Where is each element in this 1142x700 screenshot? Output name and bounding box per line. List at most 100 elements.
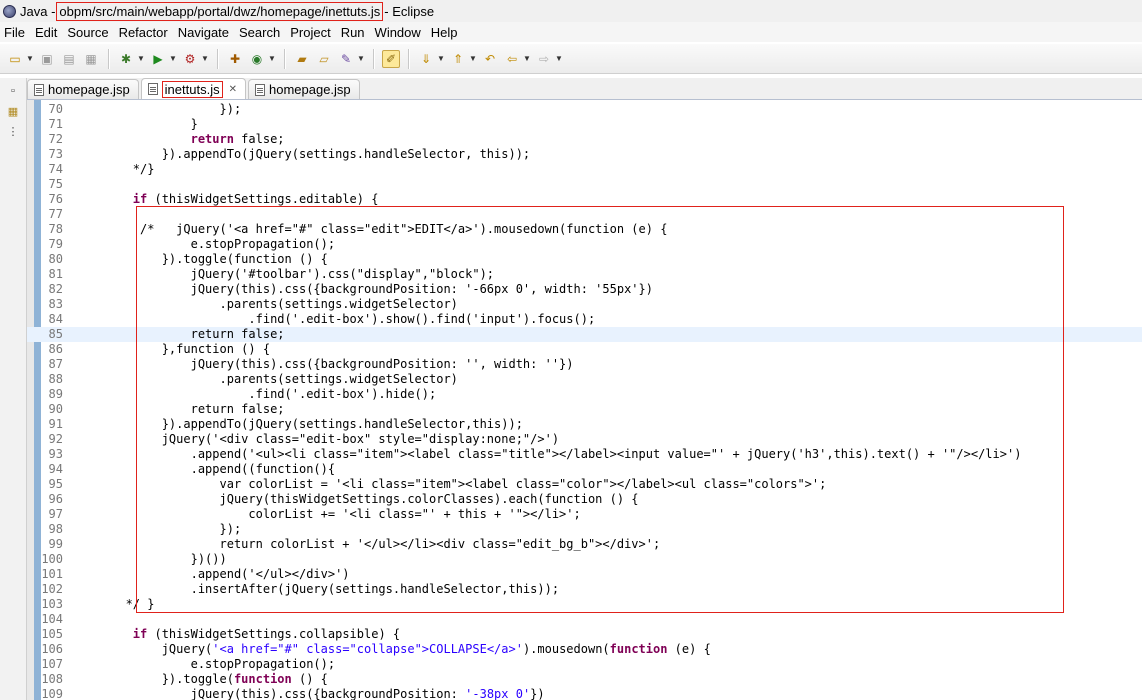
new-java-package-icon[interactable]: ✚	[226, 50, 244, 68]
line-number: 108	[41, 672, 63, 686]
menu-file[interactable]: File	[0, 25, 30, 40]
code-line[interactable]: 87 jQuery(this).css({backgroundPosition:…	[27, 357, 1142, 372]
code-line[interactable]: 109 jQuery(this).css({backgroundPosition…	[27, 687, 1142, 700]
code-line[interactable]: 75	[27, 177, 1142, 192]
code-text: .insertAfter(jQuery(settings.handleSelec…	[75, 582, 560, 596]
menu-window[interactable]: Window	[370, 25, 426, 40]
code-line[interactable]: 78 /* jQuery('<a href="#" class="edit">E…	[27, 222, 1142, 237]
tab-inettuts-js[interactable]: inettuts.js ✕	[140, 78, 246, 99]
menu-edit[interactable]: Edit	[30, 25, 62, 40]
external-tools-icon[interactable]: ⚙	[181, 50, 199, 68]
next-annotation-icon[interactable]: ⇓	[417, 50, 435, 68]
back-dropdown-icon[interactable]: ▼	[523, 54, 531, 63]
code-text: }).appendTo(jQuery(settings.handleSelect…	[75, 147, 531, 161]
code-line[interactable]: 79 e.stopPropagation();	[27, 237, 1142, 252]
save-icon[interactable]: ▣	[38, 50, 56, 68]
previous-annotation-icon[interactable]: ⇑	[449, 50, 467, 68]
code-line[interactable]: 100 })())	[27, 552, 1142, 567]
code-line[interactable]: 102 .insertAfter(jQuery(settings.handleS…	[27, 582, 1142, 597]
code-line[interactable]: 106 jQuery('<a href="#" class="collapse"…	[27, 642, 1142, 657]
code-text: },function () {	[75, 342, 271, 356]
open-folder-icon[interactable]: ▱	[315, 50, 333, 68]
code-text: .append('</ul></div>')	[75, 567, 350, 581]
code-line[interactable]: 74 */}	[27, 162, 1142, 177]
code-line[interactable]: 76 if (thisWidgetSettings.editable) {	[27, 192, 1142, 207]
code-line[interactable]: 72 return false;	[27, 132, 1142, 147]
code-line[interactable]: 92 jQuery('<div class="edit-box" style="…	[27, 432, 1142, 447]
search-icon[interactable]: ✎	[337, 50, 355, 68]
menu-refactor[interactable]: Refactor	[114, 25, 173, 40]
print-icon[interactable]: ▦	[82, 50, 100, 68]
save-all-icon[interactable]: ▤	[60, 50, 78, 68]
code-line[interactable]: 95 var colorList = '<li class="item"><la…	[27, 477, 1142, 492]
debug-dropdown-icon[interactable]: ▼	[137, 54, 145, 63]
run-icon[interactable]: ▶	[149, 50, 167, 68]
code-text: e.stopPropagation();	[75, 657, 336, 671]
code-line[interactable]: 94 .append((function(){	[27, 462, 1142, 477]
code-line[interactable]: 80 }).toggle(function () {	[27, 252, 1142, 267]
code-line[interactable]: 98 });	[27, 522, 1142, 537]
forward-icon[interactable]: ⇨	[535, 50, 553, 68]
menu-source[interactable]: Source	[62, 25, 113, 40]
line-number: 70	[48, 102, 63, 116]
menu-bar: File Edit Source Refactor Navigate Searc…	[0, 22, 1142, 42]
code-line[interactable]: 84 .find('.edit-box').show().find('input…	[27, 312, 1142, 327]
code-line[interactable]: 96 jQuery(thisWidgetSettings.colorClasse…	[27, 492, 1142, 507]
new-class-dropdown-icon[interactable]: ▼	[268, 54, 276, 63]
previous-annotation-dropdown-icon[interactable]: ▼	[469, 54, 477, 63]
code-line[interactable]: 70 });	[27, 102, 1142, 117]
menu-navigate[interactable]: Navigate	[173, 25, 234, 40]
new-java-class-icon[interactable]: ◉	[248, 50, 266, 68]
last-edit-location-icon[interactable]: ↶	[481, 50, 499, 68]
new-dropdown-icon[interactable]: ▼	[26, 54, 34, 63]
code-line[interactable]: 88 .parents(settings.widgetSelector)	[27, 372, 1142, 387]
toolbar-separator	[408, 48, 409, 69]
tab-homepage-jsp[interactable]: homepage.jsp	[27, 79, 139, 99]
line-number: 81	[48, 267, 63, 281]
code-line[interactable]: 108 }).toggle(function () {	[27, 672, 1142, 687]
hierarchy-icon[interactable]: ⋮	[6, 124, 20, 138]
external-tools-dropdown-icon[interactable]: ▼	[201, 54, 209, 63]
restore-icon[interactable]: ▫	[6, 84, 20, 98]
title-prefix: Java -	[20, 3, 56, 19]
search-dropdown-icon[interactable]: ▼	[357, 54, 365, 63]
line-number: 73	[48, 147, 63, 161]
main-toolbar: ▭ ▼ ▣ ▤ ▦ ✱ ▼ ▶ ▼ ⚙ ▼ ✚ ◉ ▼ ▰ ▱ ✎ ▼ ✐ ⇓ …	[0, 44, 1142, 74]
close-icon[interactable]: ✕	[229, 84, 237, 95]
code-line[interactable]: 107 e.stopPropagation();	[27, 657, 1142, 672]
code-line[interactable]: 103 */ }	[27, 597, 1142, 612]
code-editor[interactable]: 70 }); 71 } 72 return false; 73 }).appendTo…	[27, 100, 1142, 700]
back-icon[interactable]: ⇦	[503, 50, 521, 68]
menu-help[interactable]: Help	[426, 25, 463, 40]
code-line[interactable]: 77	[27, 207, 1142, 222]
toggle-mark-occurrences-icon[interactable]: ✐	[382, 49, 400, 68]
code-line[interactable]: 89 .find('.edit-box').hide();	[27, 387, 1142, 402]
package-explorer-icon[interactable]: ▦	[6, 104, 20, 118]
code-line[interactable]: 99 return colorList + '</ul></li><div cl…	[27, 537, 1142, 552]
code-line[interactable]: 86 },function () {	[27, 342, 1142, 357]
forward-dropdown-icon[interactable]: ▼	[555, 54, 563, 63]
code-line[interactable]: 81 jQuery('#toolbar').css("display","blo…	[27, 267, 1142, 282]
code-line[interactable]: 91 }).appendTo(jQuery(settings.handleSel…	[27, 417, 1142, 432]
menu-run[interactable]: Run	[336, 25, 370, 40]
debug-icon[interactable]: ✱	[117, 50, 135, 68]
menu-project[interactable]: Project	[285, 25, 335, 40]
run-dropdown-icon[interactable]: ▼	[169, 54, 177, 63]
code-line[interactable]: 105 if (thisWidgetSettings.collapsible) …	[27, 627, 1142, 642]
code-line[interactable]: 82 jQuery(this).css({backgroundPosition:…	[27, 282, 1142, 297]
line-number: 99	[48, 537, 63, 551]
code-line[interactable]: 97 colorList += '<li class="' + this + '…	[27, 507, 1142, 522]
code-line[interactable]: 93 .append('<ul><li class="item"><label …	[27, 447, 1142, 462]
code-line[interactable]: 101 .append('</ul></div>')	[27, 567, 1142, 582]
tab-homepage-jsp-2[interactable]: homepage.jsp	[247, 79, 360, 99]
code-line[interactable]: 83 .parents(settings.widgetSelector)	[27, 297, 1142, 312]
next-annotation-dropdown-icon[interactable]: ▼	[437, 54, 445, 63]
code-line[interactable]: 90 return false;	[27, 402, 1142, 417]
code-line[interactable]: 71 }	[27, 117, 1142, 132]
code-line[interactable]: 104	[27, 612, 1142, 627]
new-icon[interactable]: ▭	[6, 50, 24, 68]
menu-search[interactable]: Search	[234, 25, 285, 40]
code-line[interactable]: 73 }).appendTo(jQuery(settings.handleSel…	[27, 147, 1142, 162]
open-type-icon[interactable]: ▰	[293, 50, 311, 68]
code-line[interactable]: 85 return false;	[27, 327, 1142, 342]
